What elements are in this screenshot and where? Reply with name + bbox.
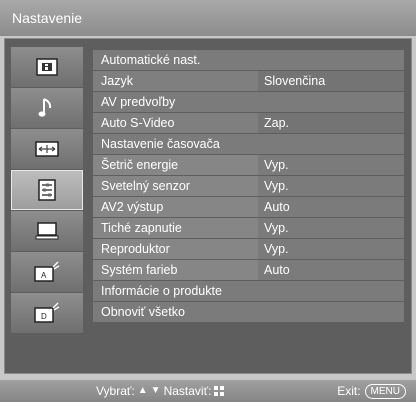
sidebar-item-setup[interactable]: [11, 170, 83, 210]
menu-item-auto-svideo[interactable]: Auto S-Video Zap.: [93, 113, 404, 133]
sidebar-item-sound[interactable]: [11, 88, 83, 128]
footer-hint-bar: Vybrať: ▲ ▼ Nastaviť: Exit: MENU: [0, 380, 416, 402]
menu-item-label: Jazyk: [93, 71, 258, 91]
menu-item-av2-output[interactable]: AV2 výstup Auto: [93, 197, 404, 217]
menu-item-label: Obnoviť všetko: [101, 305, 185, 319]
menu-item-value: Vyp.: [258, 239, 404, 259]
picture-icon: [36, 58, 58, 76]
menu-item-speaker[interactable]: Reproduktor Vyp.: [93, 239, 404, 259]
menu-item-power-saving[interactable]: Šetrič energie Vyp.: [93, 155, 404, 175]
menu-title: Nastavenie: [0, 0, 416, 36]
category-sidebar: A D: [11, 47, 83, 334]
menu-item-label: Reproduktor: [93, 239, 258, 259]
sidebar-item-picture[interactable]: [11, 47, 83, 87]
menu-item-label: Auto S-Video: [93, 113, 258, 133]
menu-item-light-sensor[interactable]: Svetelný senzor Vyp.: [93, 176, 404, 196]
select-hint-label: Vybrať:: [96, 384, 135, 398]
svg-text:A: A: [41, 271, 47, 280]
menu-item-label: Šetrič energie: [93, 155, 258, 175]
screen-aspect-icon: [35, 141, 59, 157]
tv-menu-screen: Nastavenie A D Automatické nast. Jazyk S…: [0, 0, 416, 402]
menu-item-label: AV predvoľby: [101, 95, 176, 109]
down-arrow-icon: ▼: [150, 385, 161, 396]
exit-hint-label: Exit:: [337, 384, 361, 398]
up-arrow-icon: ▲: [137, 385, 148, 396]
menu-item-auto-setup[interactable]: Automatické nast.: [93, 50, 404, 70]
menu-item-av-presets[interactable]: AV predvoľby: [93, 92, 404, 112]
menu-item-language[interactable]: Jazyk Slovenčina: [93, 71, 404, 91]
sidebar-item-pc[interactable]: [11, 211, 83, 251]
menu-item-value: Zap.: [258, 113, 404, 133]
menu-item-label: Tiché zapnutie: [93, 218, 258, 238]
exit-hint: Exit: MENU: [337, 380, 406, 402]
settings-list-icon: [38, 179, 56, 201]
enter-button-icon: [214, 386, 225, 396]
menu-item-label: AV2 výstup: [93, 197, 258, 217]
menu-item-product-info[interactable]: Informácie o produkte: [93, 281, 404, 301]
menu-item-value: Auto: [258, 260, 404, 280]
menu-item-timer-setup[interactable]: Nastavenie časovača: [93, 134, 404, 154]
set-hint-label: Nastaviť:: [163, 384, 212, 398]
digital-antenna-icon: D: [34, 302, 60, 323]
navigation-hint: Vybrať: ▲ ▼ Nastaviť:: [96, 380, 225, 402]
menu-item-label: Nastavenie časovača: [101, 137, 220, 151]
menu-body: A D Automatické nast. Jazyk Slovenčina A…: [4, 38, 412, 374]
menu-item-value: Vyp.: [258, 176, 404, 196]
menu-item-value: Slovenčina: [258, 71, 404, 91]
svg-text:D: D: [41, 312, 47, 321]
menu-item-label: Systém farieb: [93, 260, 258, 280]
menu-item-label: Automatické nast.: [101, 53, 201, 67]
menu-item-value: Auto: [258, 197, 404, 217]
menu-item-label: Informácie o produkte: [101, 284, 222, 298]
pc-monitor-icon: [35, 222, 59, 240]
sidebar-item-digital-setup[interactable]: D: [11, 293, 83, 333]
menu-key-badge[interactable]: MENU: [364, 383, 406, 399]
settings-menu: Automatické nast. Jazyk Slovenčina AV pr…: [93, 50, 404, 323]
sidebar-item-screen[interactable]: [11, 129, 83, 169]
menu-item-color-system[interactable]: Systém farieb Auto: [93, 260, 404, 280]
sidebar-item-analog-setup[interactable]: A: [11, 252, 83, 292]
music-note-icon: [38, 98, 52, 117]
menu-item-value: Vyp.: [258, 218, 404, 238]
menu-item-value: Vyp.: [258, 155, 404, 175]
menu-item-label: Svetelný senzor: [93, 176, 258, 196]
analog-antenna-icon: A: [34, 261, 60, 282]
menu-item-silent-on[interactable]: Tiché zapnutie Vyp.: [93, 218, 404, 238]
menu-item-reset-all[interactable]: Obnoviť všetko: [93, 302, 404, 322]
